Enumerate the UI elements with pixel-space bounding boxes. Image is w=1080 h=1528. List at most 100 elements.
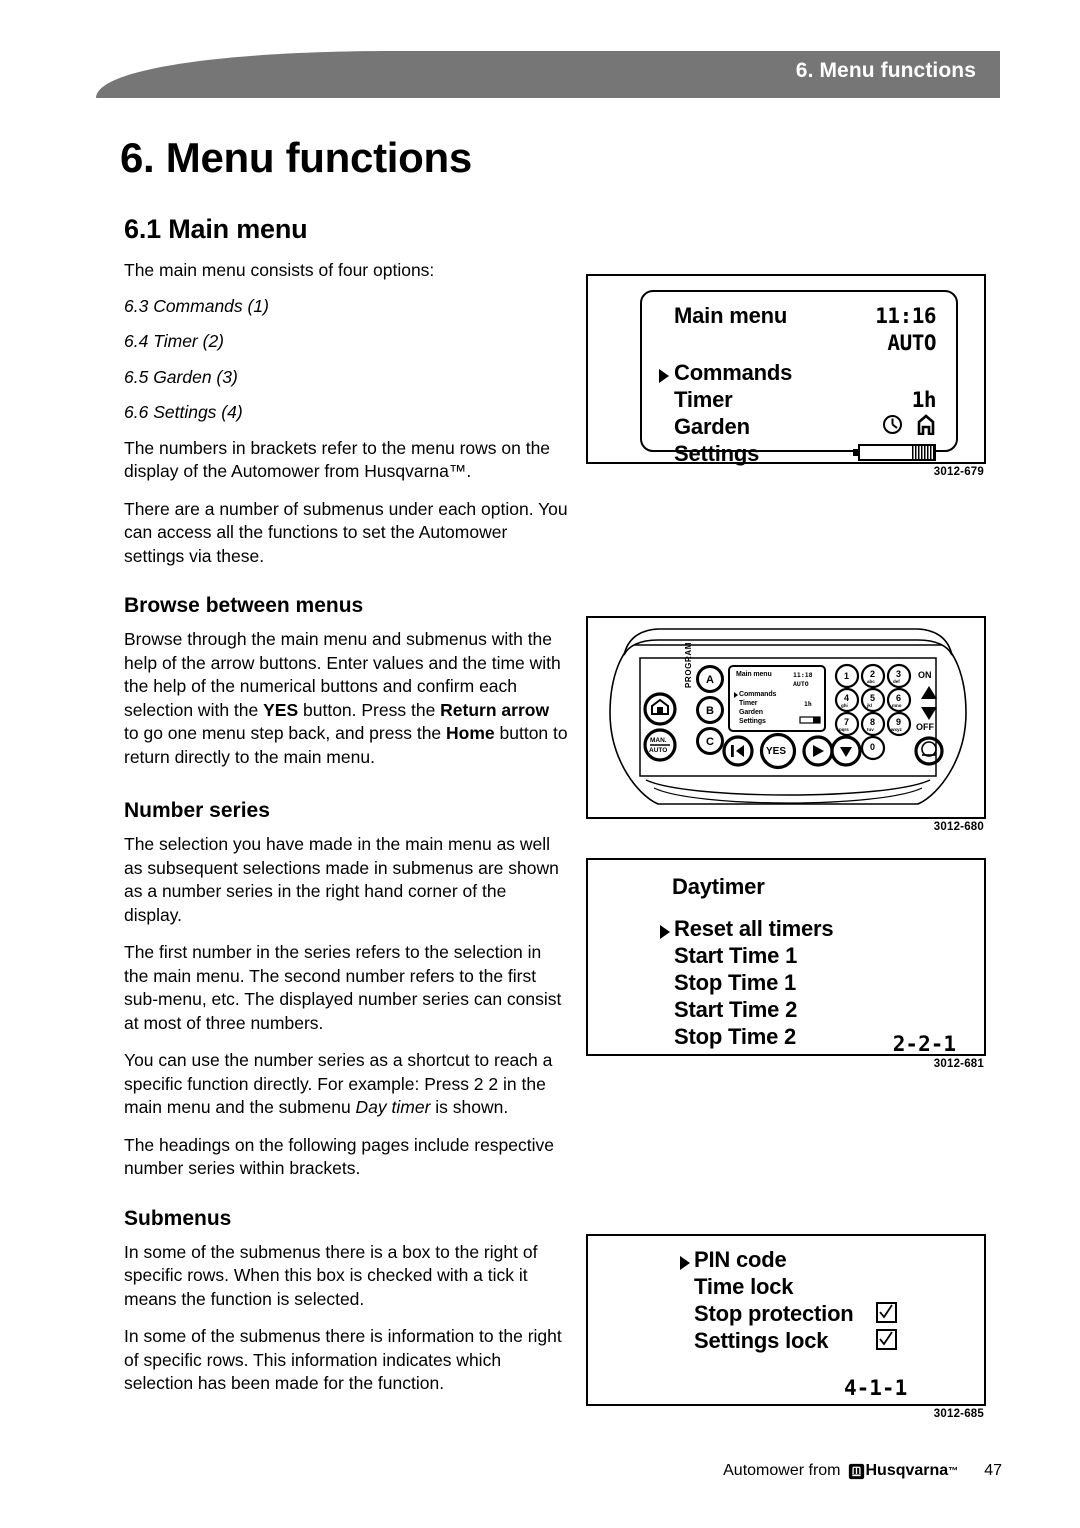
number-series-p4: The headings on the following pages incl… [124, 1134, 555, 1179]
ns-p3-text-2: is shown. [430, 1097, 509, 1117]
running-header-band: 6. Menu functions [96, 48, 1000, 98]
lcd-row-settings[interactable]: Settings [674, 441, 759, 467]
man-auto-bottom-label: AUTO [649, 747, 668, 754]
section-heading-number-series: Number series [124, 799, 270, 822]
figure-daytimer-display: Daytimer Reset all timers Start Time 1 S… [586, 858, 986, 1070]
pincode-row-time-lock[interactable]: Time lock [694, 1274, 793, 1300]
clock-icon [883, 415, 902, 434]
keypad-key-2[interactable]: 2 [870, 669, 875, 679]
lcd-title-main-menu: Main menu [674, 303, 788, 328]
keypad-key-3-letters: def [893, 679, 900, 684]
daytimer-row-stop-time-1[interactable]: Stop Time 1 [674, 970, 796, 996]
running-header-title: 6. Menu functions [795, 59, 976, 82]
figure-control-panel: PROGRAM A B C MAN. AUTO YES Main menu 11… [586, 616, 986, 833]
keypad-key-0[interactable]: 0 [870, 742, 875, 752]
keypad-key-6[interactable]: 6 [896, 693, 901, 703]
number-series-p1: The selection you have made in the main … [124, 834, 559, 925]
program-button-a[interactable]: A [706, 674, 714, 686]
footer-page-number: 47 [984, 1462, 1002, 1479]
figure-main-menu-display: Main menu 11:16 AUTO Commands Timer 1h G… [586, 274, 986, 478]
keypad-key-6-letters: mno [892, 703, 902, 708]
settings-lock-checkbox[interactable] [876, 1329, 897, 1350]
browse-text-2: button. Press the [298, 699, 441, 720]
lcd-row-commands[interactable]: Commands [674, 360, 792, 386]
cp-lcd-time: 11:18 [793, 671, 813, 679]
submenus-p2: In some of the submenus there is informa… [124, 1326, 562, 1393]
husqvarna-logo-icon [848, 1463, 864, 1479]
keypad-key-4[interactable]: 4 [844, 693, 849, 703]
keypad-key-7-letters: pqrs [839, 727, 849, 732]
lcd-row-garden[interactable]: Garden [674, 414, 750, 440]
check-icon [879, 1304, 893, 1319]
body-text-column: 6.1 Main menu The main menu consists of … [124, 214, 568, 1410]
keypad-key-5-letters: jkl [867, 703, 873, 708]
page-footer: Automower from Husqvarna ™ 47 [0, 1462, 1080, 1480]
daytimer-row-stop-time-2[interactable]: Stop Time 2 [674, 1024, 796, 1050]
browse-return-arrow-bold: Return arrow [440, 699, 550, 720]
keypad-key-2-letters: abc [867, 679, 875, 684]
figure-id-control-panel: 3012-680 [933, 821, 984, 833]
pincode-row-settings-lock[interactable]: Settings lock [694, 1328, 829, 1354]
lcd-clock-value: 11:16 [875, 304, 936, 328]
daytimer-row-reset-all-timers[interactable]: Reset all timers [674, 916, 834, 942]
browse-text-3: to go one menu step back, and press the [124, 723, 447, 743]
pincode-cursor-arrow-icon [680, 1256, 690, 1270]
yes-button-label[interactable]: YES [766, 746, 786, 757]
man-auto-top-label: MAN. [650, 737, 667, 744]
ns-p3-day-timer-italic: Day timer [355, 1097, 431, 1117]
lcd-timer-value: 1h [911, 388, 937, 412]
cp-lcd-row-garden: Garden [739, 709, 763, 716]
section-heading-main-menu: 6.1 Main menu [124, 214, 308, 244]
power-off-label: OFF [916, 722, 934, 732]
pincode-row-stop-protection[interactable]: Stop protection [694, 1301, 854, 1327]
pincode-row-pin-code[interactable]: PIN code [694, 1247, 787, 1273]
stop-protection-checkbox[interactable] [876, 1302, 897, 1323]
cp-lcd-timer-value: 1h [804, 700, 812, 708]
cp-lcd-mode: AUTO [793, 680, 809, 688]
cp-lcd-title: Main menu [736, 671, 772, 678]
daytimer-row-start-time-1[interactable]: Start Time 1 [674, 943, 797, 969]
lcd-mode-value: AUTO [887, 331, 936, 355]
check-icon [879, 1331, 893, 1346]
submenus-p1: In some of the submenus there is a box t… [124, 1241, 538, 1309]
footer-brand: Husqvarna [865, 1462, 949, 1479]
lcd-screen-main-menu: Main menu 11:16 AUTO Commands Timer 1h G… [640, 290, 958, 466]
control-panel-illustration: PROGRAM A B C MAN. AUTO YES Main menu 11… [588, 618, 984, 817]
keypad-key-1[interactable]: 1 [844, 671, 849, 681]
program-label: PROGRAM [684, 642, 693, 688]
lcd-row-timer[interactable]: Timer [674, 387, 733, 413]
daytimer-row-start-time-2[interactable]: Start Time 2 [674, 997, 797, 1023]
footer-trademark: ™ [948, 1465, 959, 1477]
cp-lcd-row-commands: Commands [739, 691, 777, 698]
figure-id-main-menu: 3012-679 [933, 466, 984, 478]
paragraph-submenus-intro: There are a number of submenus under eac… [124, 498, 568, 566]
figure-pincode-display: PIN code Time lock Stop protection Setti… [586, 1234, 986, 1420]
section-heading-browse: Browse between menus [124, 594, 364, 617]
program-button-c[interactable]: C [706, 736, 714, 748]
cp-lcd-row-settings: Settings [739, 718, 766, 725]
keypad-key-3[interactable]: 3 [896, 669, 901, 679]
keypad-key-7[interactable]: 7 [844, 717, 849, 727]
number-series-p2: The first number in the series refers to… [124, 942, 562, 1033]
keypad-key-9-letters: wxyz [891, 727, 902, 732]
program-button-b[interactable]: B [706, 705, 714, 717]
battery-fill [912, 446, 934, 459]
figure-id-daytimer: 3012-681 [933, 1058, 984, 1070]
menu-option-timer: 6.4 Timer (2) [124, 331, 225, 351]
daytimer-cursor-arrow-icon [660, 925, 670, 939]
cp-lcd-row-timer: Timer [739, 700, 758, 707]
footer-prefix: Automower from [723, 1462, 841, 1479]
keypad-key-8[interactable]: 8 [870, 717, 875, 727]
house-a-icon [917, 414, 935, 435]
lcd-cursor-arrow-icon [659, 369, 669, 383]
power-on-label: ON [918, 670, 932, 680]
menu-option-settings: 6.6 Settings (4) [124, 402, 243, 422]
keypad-key-9[interactable]: 9 [896, 717, 901, 727]
keypad-key-5[interactable]: 5 [870, 693, 875, 703]
section-heading-submenus: Submenus [124, 1206, 232, 1230]
battery-icon [853, 444, 936, 461]
battery-nub [853, 449, 859, 456]
browse-yes-bold: YES [263, 699, 299, 720]
keypad-key-4-letters: ghi [841, 703, 848, 708]
paragraph-browse: Browse through the main menu and submenu… [124, 628, 568, 769]
